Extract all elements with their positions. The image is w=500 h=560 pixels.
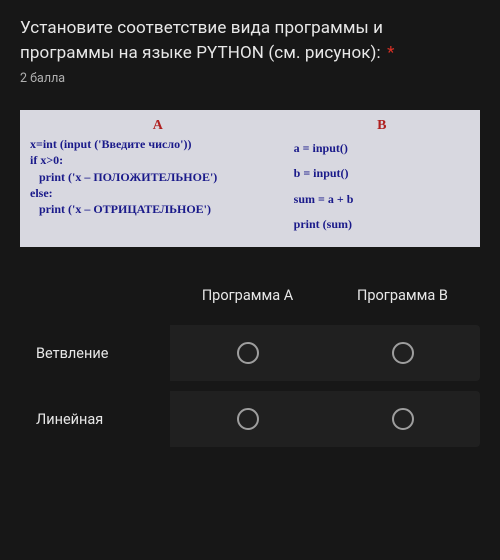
radio-cell — [170, 408, 325, 430]
grid-col-header-b: Программа B — [325, 287, 480, 304]
question-text-content: Установите соответствие вида программы и… — [20, 18, 383, 63]
code-column-a: A x=int (input ('Введите число')) if x>0… — [30, 118, 286, 237]
grid-row-linear: Линейная — [20, 391, 480, 447]
grid-row-label: Ветвление — [20, 325, 170, 381]
question-text: Установите соответствие вида программы и… — [20, 16, 480, 65]
code-col-a-header: A — [30, 118, 286, 134]
code-b-line: print (sum) — [294, 212, 470, 237]
radio-branching-a[interactable] — [237, 342, 259, 364]
code-a-line: else: — [30, 185, 286, 201]
radio-cell — [325, 342, 480, 364]
code-column-b: B a = input() b = input() sum = a + b pr… — [286, 118, 470, 237]
grid-header-row: Программа A Программа B — [20, 275, 480, 315]
grid-row-branching: Ветвление — [20, 325, 480, 381]
code-a-line: x=int (input ('Введите число')) — [30, 136, 286, 152]
radio-branching-b[interactable] — [392, 342, 414, 364]
radio-cell — [325, 408, 480, 430]
code-a-line: print ('x – ПОЛОЖИТЕЛЬНОЕ') — [30, 169, 286, 185]
code-b-line: sum = a + b — [294, 187, 470, 212]
code-a-line: if x>0: — [30, 152, 286, 168]
radio-linear-b[interactable] — [392, 408, 414, 430]
code-reference-image: A x=int (input ('Введите число')) if x>0… — [20, 110, 480, 247]
grid-col-header-a: Программа A — [170, 287, 325, 304]
code-b-line: a = input() — [294, 136, 470, 161]
code-b-line: b = input() — [294, 161, 470, 186]
required-asterisk: * — [387, 43, 394, 63]
radio-grid: Программа A Программа B Ветвление Линейн… — [20, 275, 480, 447]
question-points: 2 балла — [20, 71, 480, 86]
radio-cell — [170, 342, 325, 364]
grid-row-label: Линейная — [20, 391, 170, 447]
code-a-line: print ('x – ОТРИЦАТЕЛЬНОЕ') — [30, 201, 286, 217]
radio-linear-a[interactable] — [237, 408, 259, 430]
code-col-b-header: B — [294, 118, 470, 134]
